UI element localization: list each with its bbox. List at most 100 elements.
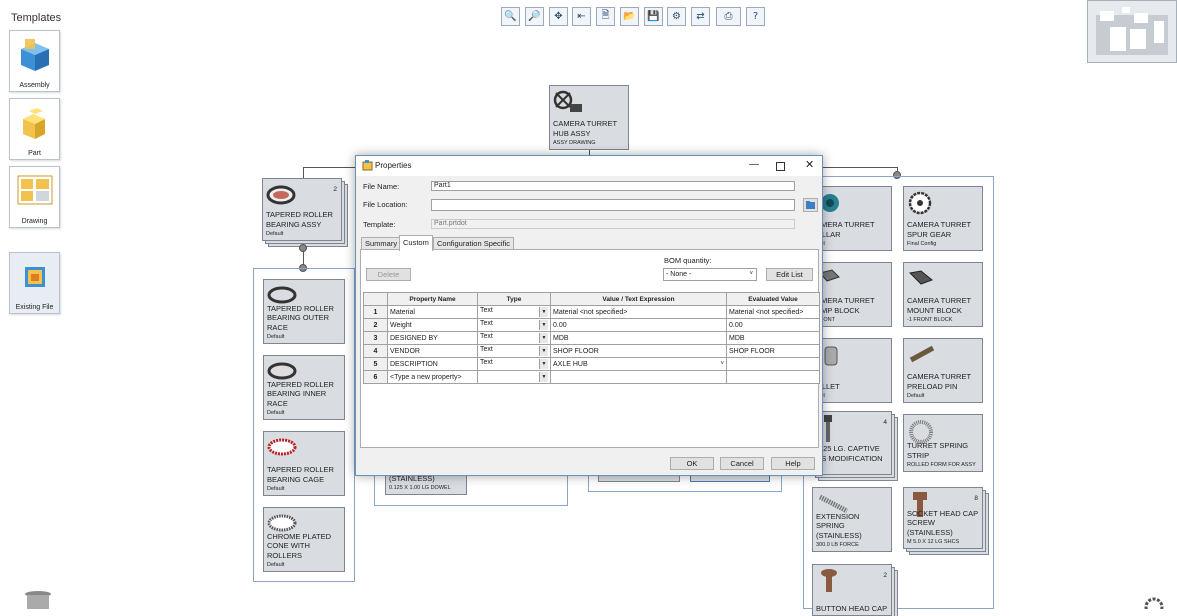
n-text: 3 bbox=[373, 334, 378, 342]
node-spur-gear[interactable]: CAMERA TURRET SPUR GEAR Final Config bbox=[903, 186, 983, 251]
eval-cell[interactable] bbox=[726, 357, 820, 371]
ok-button[interactable]: OK bbox=[670, 457, 714, 470]
trash-icon[interactable] bbox=[24, 590, 52, 609]
node-cone-rollers[interactable]: CHROME PLATED CONE WITH ROLLERS Default bbox=[263, 507, 345, 572]
save-button[interactable]: 💾 bbox=[644, 7, 663, 26]
table-row[interactable]: 5 DESCRIPTION ▼ Text AXLE HUB ˅ bbox=[363, 357, 820, 371]
n-text: 5 bbox=[373, 360, 378, 368]
name-cell[interactable]: DESCRIPTION bbox=[387, 357, 478, 371]
value-cell[interactable]: AXLE HUB ˅ bbox=[550, 357, 727, 371]
new-document-button[interactable]: 🗎 bbox=[596, 7, 615, 26]
name-cell[interactable]: Weight bbox=[387, 318, 478, 332]
minimap[interactable] bbox=[1087, 0, 1177, 63]
type-cell[interactable]: ▼ Text bbox=[477, 305, 551, 319]
name-text: <Type a new property> bbox=[390, 373, 462, 381]
properties-button[interactable]: ⚙ bbox=[667, 7, 686, 26]
existing-file-button[interactable]: Existing File bbox=[9, 252, 60, 314]
file-location-field[interactable] bbox=[431, 199, 795, 211]
file-name-field[interactable]: Part1 bbox=[431, 181, 795, 191]
type-cell[interactable]: ▼ Text bbox=[477, 357, 551, 371]
node-root-assembly[interactable]: CAMERA TURRET HUB ASSY ASSY DRAWING bbox=[549, 85, 629, 150]
eval-cell[interactable]: MDB bbox=[726, 331, 820, 345]
table-row[interactable]: 2 Weight ▼ Text 0.00 0.00 bbox=[363, 318, 820, 332]
node-collar[interactable]: AMERA TURRET OLLAR ault bbox=[812, 186, 892, 251]
type-cell[interactable]: ▼ Text bbox=[477, 344, 551, 358]
minimize-button[interactable]: — bbox=[749, 159, 759, 170]
delete-button[interactable]: Delete bbox=[366, 268, 411, 281]
column-header: Type bbox=[477, 292, 551, 306]
node-cage[interactable]: TAPERED ROLLER BEARING CAGE Default bbox=[263, 431, 345, 496]
value-cell[interactable]: SHOP FLOOR bbox=[550, 344, 727, 358]
zoom-fit-button[interactable]: 🔎 bbox=[525, 7, 544, 26]
node-outer-race[interactable]: TAPERED ROLLER BEARING OUTER RACE Defaul… bbox=[263, 279, 345, 344]
node-preload-pin[interactable]: CAMERA TURRET PRELOAD PIN Default bbox=[903, 338, 983, 403]
dialog-titlebar[interactable]: Properties — ✕ bbox=[356, 156, 822, 176]
replace-button[interactable]: ⇄ bbox=[691, 7, 710, 26]
node-bearing-assy[interactable]: 2 TAPERED ROLLER BEARING ASSY Default bbox=[262, 178, 342, 241]
value-cell[interactable]: 0.00 bbox=[550, 318, 727, 332]
chevron-down-icon[interactable]: ˅ bbox=[720, 361, 724, 367]
node-spring-strip[interactable]: TURRET SPRING STRIP ROLLED FORM FOR ASSY bbox=[903, 414, 983, 472]
table-row[interactable]: 1 Material ▼ Text Material <not specified> Ma… bbox=[363, 305, 820, 319]
name-cell[interactable]: <Type a new property> bbox=[387, 370, 478, 384]
n-text: 1 bbox=[373, 308, 378, 316]
name-cell[interactable]: DESIGNED BY bbox=[387, 331, 478, 345]
eval-cell[interactable]: 0.00 bbox=[726, 318, 820, 332]
table-row[interactable]: 4 VENDOR ▼ Text SHOP FLOOR SHOP FLOOR bbox=[363, 344, 820, 358]
node-extension-spring[interactable]: EXTENSION SPRING (STAINLESS) 300.0 LB FO… bbox=[812, 487, 892, 552]
template-assembly[interactable]: Assembly bbox=[9, 30, 60, 92]
eval-cell[interactable] bbox=[726, 370, 820, 384]
close-button[interactable]: ✕ bbox=[805, 158, 814, 171]
edit-list-button[interactable]: Edit List bbox=[766, 268, 813, 281]
eval-cell[interactable]: SHOP FLOOR bbox=[726, 344, 820, 358]
help-button[interactable]: Help bbox=[771, 457, 815, 470]
bom-quantity-value: - None - bbox=[666, 271, 692, 278]
name-text: VENDOR bbox=[390, 347, 420, 355]
dropdown-arrow-icon[interactable]: ▼ bbox=[539, 359, 548, 369]
tab-custom[interactable]: Custom bbox=[399, 235, 433, 251]
gear-icon[interactable] bbox=[1143, 596, 1165, 609]
value-cell[interactable]: MDB bbox=[550, 331, 727, 345]
type-cell[interactable]: ▼ bbox=[477, 370, 551, 384]
name-cell[interactable]: VENDOR bbox=[387, 344, 478, 358]
node-collet[interactable]: OLLET ault bbox=[812, 338, 892, 403]
dropdown-arrow-icon[interactable]: ▼ bbox=[539, 346, 548, 356]
table-row[interactable]: 3 DESIGNED BY ▼ Text MDB MDB bbox=[363, 331, 820, 345]
dropdown-arrow-icon[interactable]: ▼ bbox=[539, 307, 548, 317]
cancel-button[interactable]: Cancel bbox=[720, 457, 764, 470]
name-cell[interactable]: Material bbox=[387, 305, 478, 319]
eval-cell[interactable]: Material <not specified> bbox=[726, 305, 820, 319]
eval-text: MDB bbox=[729, 334, 745, 342]
node-captive-screw[interactable]: 4 X 25 LG. CAPTIVE CS MODIFICATION bbox=[812, 411, 892, 475]
node-mount-block[interactable]: CAMERA TURRET MOUNT BLOCK -1 FRONT BLOCK bbox=[903, 262, 983, 327]
dropdown-arrow-icon[interactable]: ▼ bbox=[539, 372, 548, 382]
node-socket-head-screw[interactable]: 8 SOCKET HEAD CAP SCREW (STAINLESS) M 5.… bbox=[903, 487, 983, 549]
node-button-head-cap[interactable]: 2 BUTTON HEAD CAP bbox=[812, 564, 892, 616]
eval-text: 0.00 bbox=[729, 321, 743, 329]
browse-button[interactable] bbox=[803, 198, 818, 212]
zoom-button[interactable]: 🔍 bbox=[501, 7, 520, 26]
node-inner-race[interactable]: TAPERED ROLLER BEARING INNER RACE Defaul… bbox=[263, 355, 345, 420]
cage-icon bbox=[267, 438, 297, 456]
maximize-button[interactable] bbox=[776, 162, 785, 171]
eval-text: SHOP FLOOR bbox=[729, 347, 775, 355]
value-cell[interactable] bbox=[550, 370, 727, 384]
type-cell[interactable]: ▼ Text bbox=[477, 331, 551, 345]
template-drawing[interactable]: Drawing bbox=[9, 166, 60, 228]
type-cell[interactable]: ▼ Text bbox=[477, 318, 551, 332]
dropdown-arrow-icon[interactable]: ▼ bbox=[539, 333, 548, 343]
bom-quantity-select[interactable]: - None - ˅ bbox=[663, 268, 757, 281]
import-button[interactable]: ⇤ bbox=[572, 7, 591, 26]
print-button[interactable]: ⎙ bbox=[716, 7, 741, 26]
dropdown-arrow-icon[interactable]: ▼ bbox=[539, 320, 548, 330]
help-button[interactable]: ? bbox=[746, 7, 765, 26]
value-cell[interactable]: Material <not specified> bbox=[550, 305, 727, 319]
table-row[interactable]: 6 <Type a new property> ▼ bbox=[363, 370, 820, 384]
node-title: OLLET bbox=[816, 381, 840, 391]
node-subtitle: ROLLED FORM FOR ASSY bbox=[907, 462, 976, 468]
pan-button[interactable]: ✥ bbox=[549, 7, 568, 26]
node-subtitle: Default bbox=[907, 393, 925, 399]
template-part[interactable]: Part bbox=[9, 98, 60, 160]
open-button[interactable]: 📂 bbox=[620, 7, 639, 26]
node-clamp-block[interactable]: AMERA TURRET AMP BLOCK FRONT bbox=[812, 262, 892, 327]
